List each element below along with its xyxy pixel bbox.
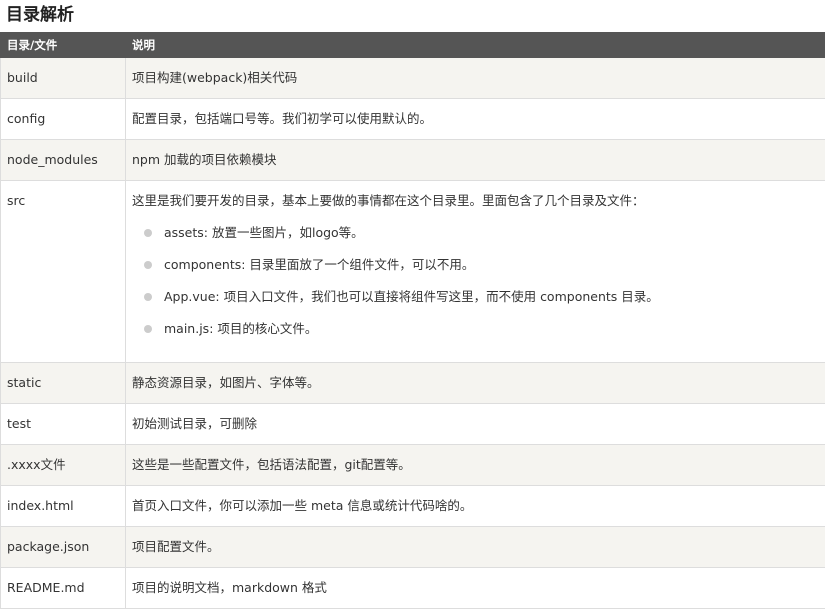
row-desc: 首页入口文件，你可以添加一些 meta 信息或统计代码啥的。 xyxy=(126,486,825,527)
table-row: README.md 项目的说明文档，markdown 格式 xyxy=(1,568,825,609)
row-desc: 项目的说明文档，markdown 格式 xyxy=(126,568,825,609)
row-name: config xyxy=(1,99,126,140)
list-item: components: 目录里面放了一个组件文件，可以不用。 xyxy=(144,249,819,281)
row-desc-cell: 这里是我们要开发的目录，基本上要做的事情都在这个目录里。里面包含了几个目录及文件… xyxy=(126,181,825,363)
row-name: node_modules xyxy=(1,140,126,181)
bullet-dot-icon xyxy=(144,293,152,301)
table-row: package.json 项目配置文件。 xyxy=(1,527,825,568)
list-item-text: main.js: 项目的核心文件。 xyxy=(164,321,317,336)
column-header-description: 说明 xyxy=(126,33,825,58)
column-header-directory: 目录/文件 xyxy=(1,33,126,58)
list-item: App.vue: 项目入口文件，我们也可以直接将组件写这里，而不使用 compo… xyxy=(144,281,819,313)
row-name: .xxxx文件 xyxy=(1,445,126,486)
table-row: .xxxx文件 这些是一些配置文件，包括语法配置，git配置等。 xyxy=(1,445,825,486)
table-row: src 这里是我们要开发的目录，基本上要做的事情都在这个目录里。里面包含了几个目… xyxy=(1,181,825,363)
row-desc: 项目配置文件。 xyxy=(126,527,825,568)
row-name: static xyxy=(1,363,126,404)
bullet-dot-icon xyxy=(144,325,152,333)
table-row: index.html 首页入口文件，你可以添加一些 meta 信息或统计代码啥的… xyxy=(1,486,825,527)
page-title: 目录解析 xyxy=(0,0,825,32)
row-desc: 项目构建(webpack)相关代码 xyxy=(126,58,825,99)
row-name: package.json xyxy=(1,527,126,568)
table-row: build 项目构建(webpack)相关代码 xyxy=(1,58,825,99)
row-name: README.md xyxy=(1,568,126,609)
row-name: src xyxy=(1,181,126,363)
list-item: main.js: 项目的核心文件。 xyxy=(144,313,819,345)
list-item-text: assets: 放置一些图片，如logo等。 xyxy=(164,225,364,240)
row-desc: 这里是我们要开发的目录，基本上要做的事情都在这个目录里。里面包含了几个目录及文件… xyxy=(132,181,819,221)
bullet-dot-icon xyxy=(144,229,152,237)
row-desc: 这些是一些配置文件，包括语法配置，git配置等。 xyxy=(126,445,825,486)
src-contents-list: assets: 放置一些图片，如logo等。 components: 目录里面放… xyxy=(132,217,819,345)
directory-table: 目录/文件 说明 build 项目构建(webpack)相关代码 config … xyxy=(0,32,825,609)
row-desc: 配置目录，包括端口号等。我们初学可以使用默认的。 xyxy=(126,99,825,140)
table-row: static 静态资源目录，如图片、字体等。 xyxy=(1,363,825,404)
list-item-text: App.vue: 项目入口文件，我们也可以直接将组件写这里，而不使用 compo… xyxy=(164,289,659,304)
row-name: index.html xyxy=(1,486,126,527)
row-desc: 初始测试目录，可删除 xyxy=(126,404,825,445)
list-item: assets: 放置一些图片，如logo等。 xyxy=(144,217,819,249)
bullet-dot-icon xyxy=(144,261,152,269)
row-name: test xyxy=(1,404,126,445)
row-name: build xyxy=(1,58,126,99)
table-row: node_modules npm 加载的项目依赖模块 xyxy=(1,140,825,181)
table-row: config 配置目录，包括端口号等。我们初学可以使用默认的。 xyxy=(1,99,825,140)
table-row: test 初始测试目录，可删除 xyxy=(1,404,825,445)
table-header-row: 目录/文件 说明 xyxy=(1,33,825,58)
row-desc: 静态资源目录，如图片、字体等。 xyxy=(126,363,825,404)
row-desc: npm 加载的项目依赖模块 xyxy=(126,140,825,181)
list-item-text: components: 目录里面放了一个组件文件，可以不用。 xyxy=(164,257,474,272)
